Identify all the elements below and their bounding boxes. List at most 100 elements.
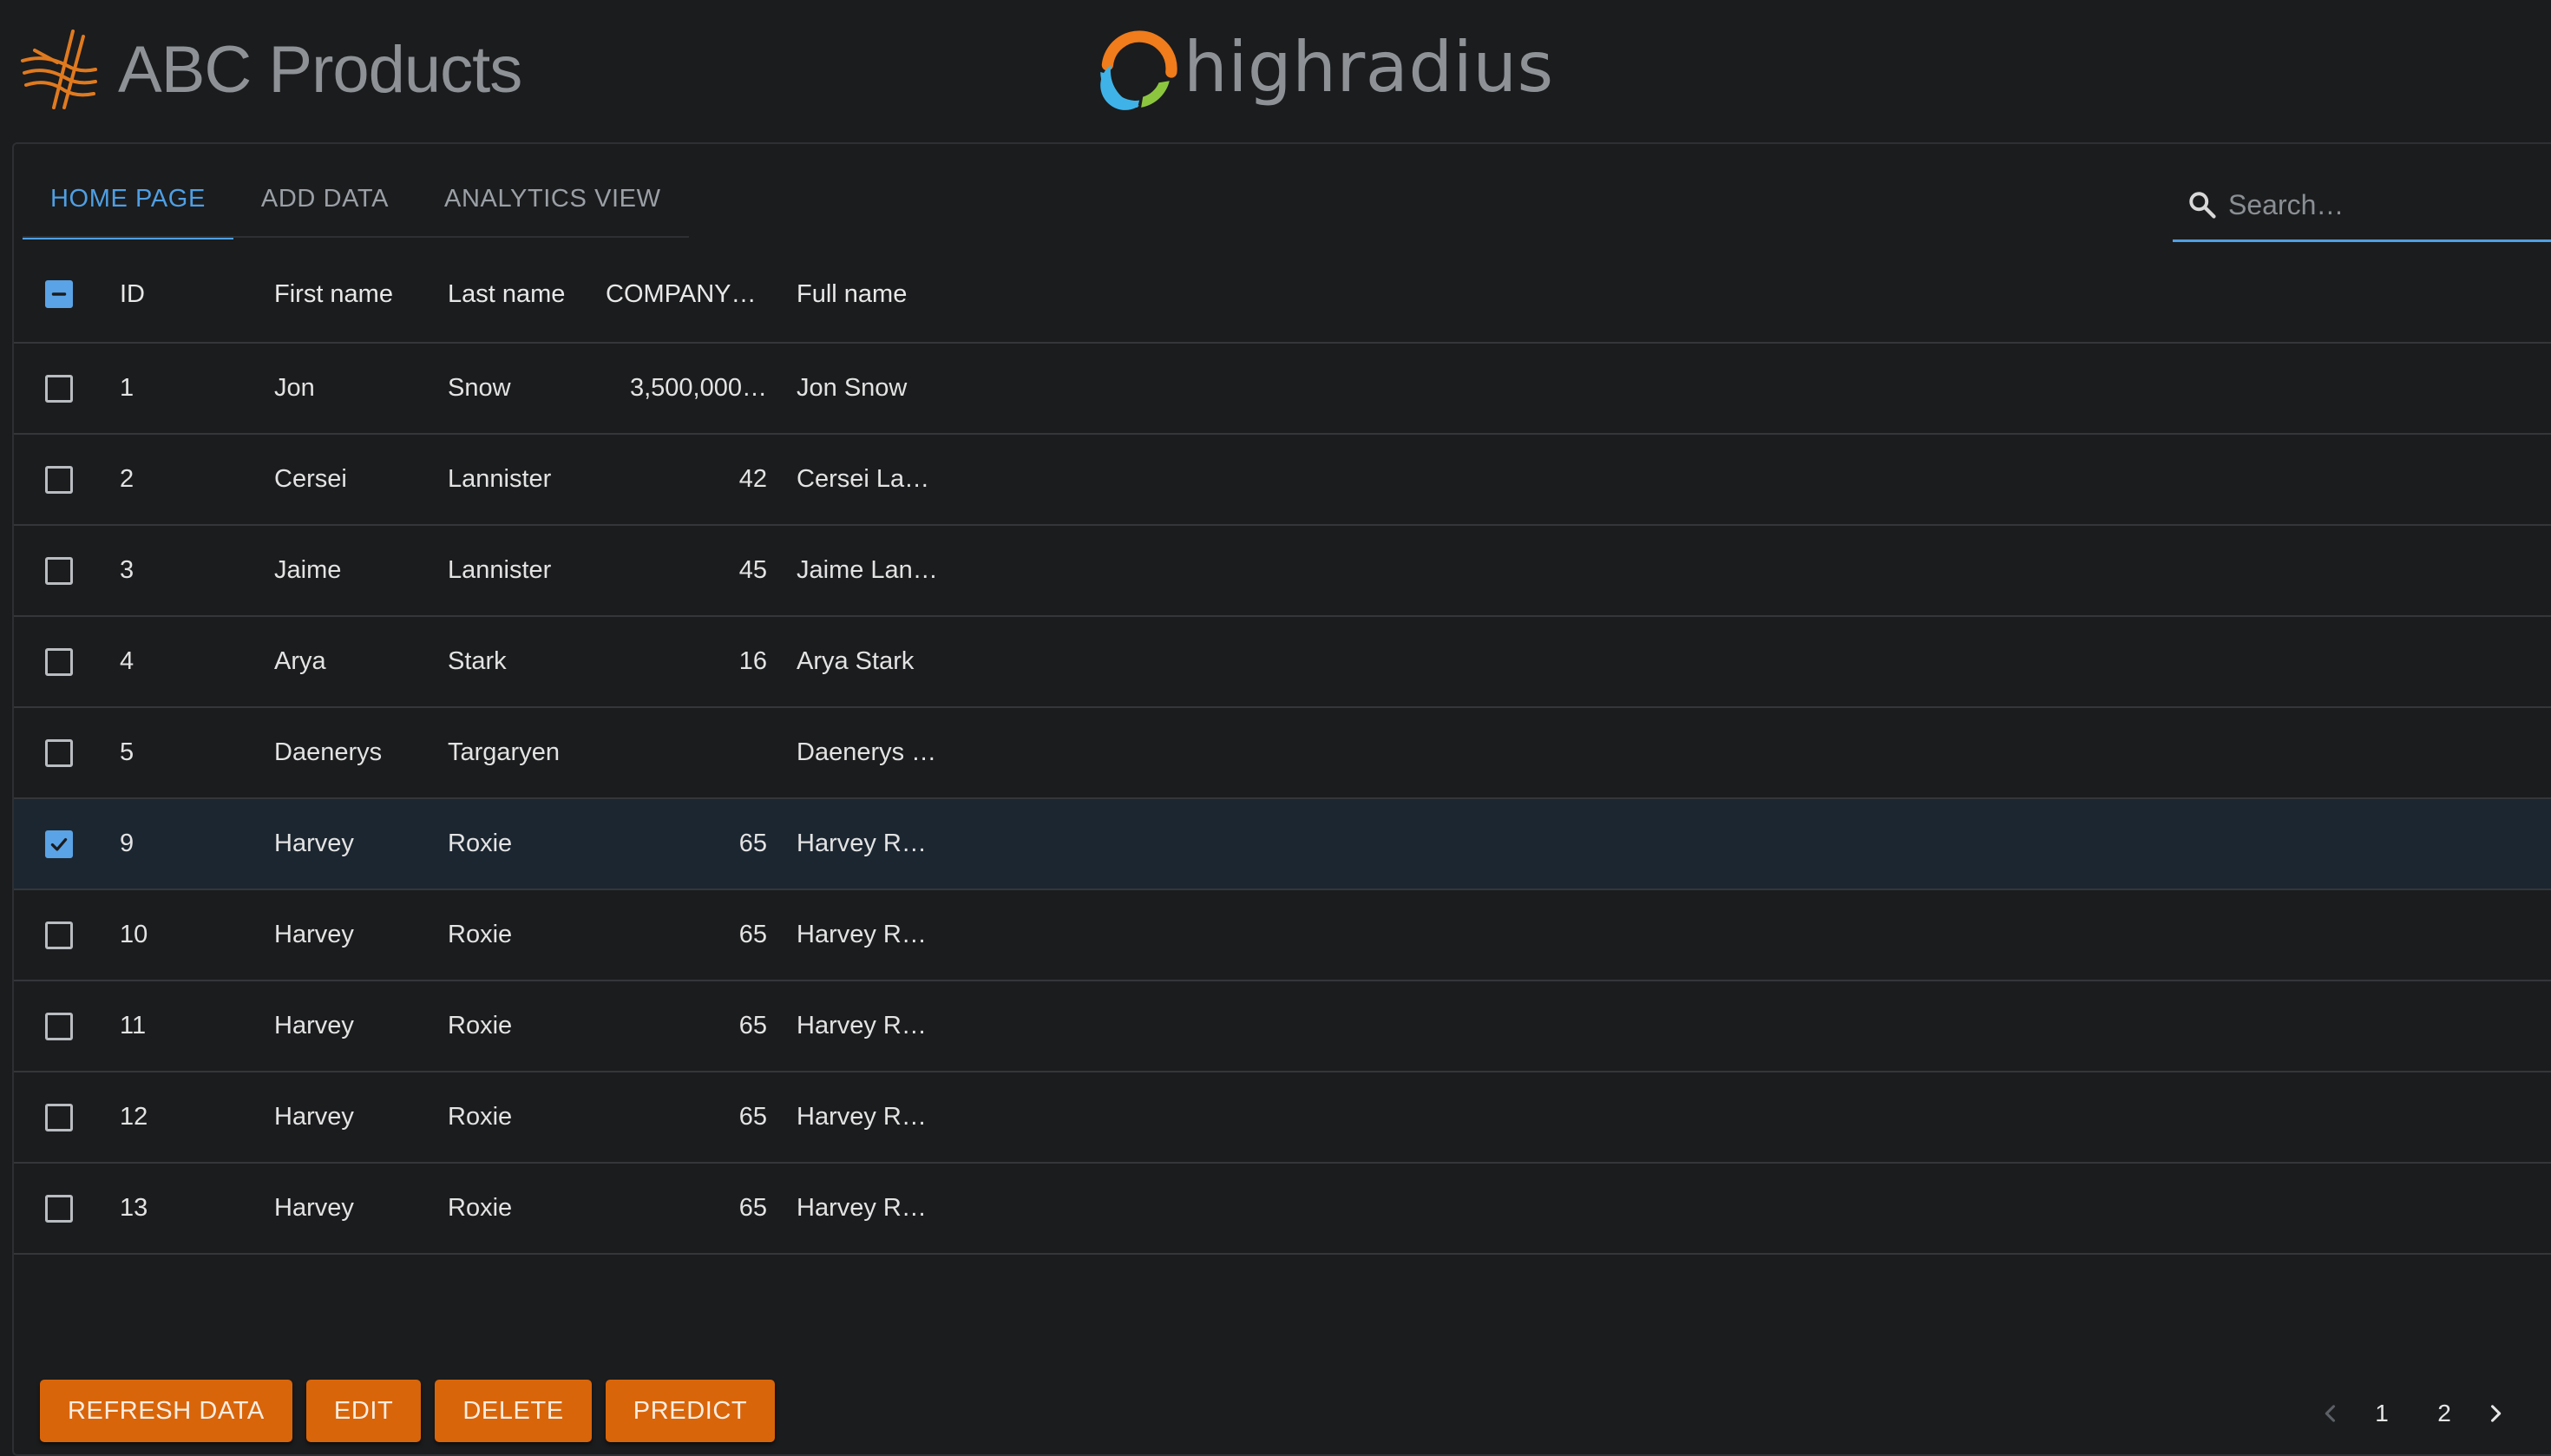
tab-divider — [23, 236, 689, 238]
row-select-cell — [40, 435, 78, 524]
column-header-first-name[interactable]: First name — [274, 246, 430, 342]
row-select-cell — [40, 1072, 78, 1162]
search-input[interactable] — [2226, 182, 2551, 227]
tab-add-data[interactable]: ADD DATA — [233, 161, 416, 236]
row-checkbox[interactable] — [45, 465, 73, 494]
column-header-full-name[interactable]: Full name — [797, 246, 996, 342]
select-all-cell — [40, 246, 78, 342]
abc-products-logo-icon — [21, 30, 97, 109]
action-bar: REFRESH DATA EDIT DELETE PREDICT — [40, 1380, 776, 1442]
app-title: ABC Products — [118, 32, 522, 107]
app-header: ABC Products highradius — [0, 0, 2551, 142]
row-checkbox[interactable] — [45, 1103, 73, 1131]
cell-full-name: Harvey R… — [797, 1012, 927, 1040]
row-checkbox[interactable] — [45, 921, 73, 949]
cell-company: 65 — [738, 1103, 767, 1131]
tab-home-page[interactable]: HOME PAGE — [23, 161, 233, 239]
column-header-last-name[interactable]: Last name — [448, 246, 604, 342]
cell-id: 1 — [120, 374, 134, 402]
cell-last-name: Lannister — [448, 465, 552, 493]
next-page-button[interactable] — [2478, 1385, 2513, 1442]
search-icon — [2189, 192, 2216, 219]
cell-first-name: Jon — [274, 374, 315, 402]
table-header-row: ID First name Last name COMPANY… Full na… — [14, 246, 2551, 344]
table-row[interactable]: 5 Daenerys Targaryen Daenerys … — [14, 708, 2551, 799]
cell-last-name: Stark — [448, 647, 507, 675]
cell-id: 3 — [120, 556, 134, 584]
cell-first-name: Harvey — [274, 1103, 354, 1131]
cell-id: 5 — [120, 738, 134, 766]
cell-full-name: Jaime Lan… — [797, 556, 938, 584]
cell-first-name: Jaime — [274, 556, 342, 584]
cell-last-name: Roxie — [448, 1194, 513, 1222]
row-checkbox[interactable] — [45, 1012, 73, 1040]
row-checkbox[interactable] — [45, 647, 73, 676]
row-checkbox[interactable] — [45, 738, 73, 767]
cell-id: 10 — [120, 921, 148, 948]
predict-button[interactable]: PREDICT — [605, 1380, 776, 1442]
brand: ABC Products — [19, 26, 522, 113]
cell-id: 4 — [120, 647, 134, 675]
previous-page-button[interactable] — [2313, 1385, 2348, 1442]
cell-company: 65 — [738, 830, 767, 857]
row-select-cell — [40, 617, 78, 706]
cell-full-name: Harvey R… — [797, 921, 927, 948]
cell-first-name: Harvey — [274, 1194, 354, 1222]
row-checkbox[interactable] — [45, 830, 73, 858]
page-number-2[interactable]: 2 — [2416, 1385, 2473, 1442]
pagination: 1 2 — [2313, 1385, 2513, 1442]
table-row[interactable]: 4 Arya Stark 16 Arya Stark — [14, 617, 2551, 708]
table-row[interactable]: 1 Jon Snow 3,500,000… Jon Snow — [14, 344, 2551, 435]
cell-full-name: Daenerys … — [797, 738, 937, 766]
table-row[interactable]: 11 Harvey Roxie 65 Harvey R… — [14, 981, 2551, 1072]
cell-full-name: Cersei La… — [797, 465, 930, 493]
highradius-wordmark: highradius — [1184, 26, 1554, 108]
cell-first-name: Harvey — [274, 830, 354, 857]
table-row[interactable]: 9 Harvey Roxie 65 Harvey R… — [14, 799, 2551, 890]
row-select-cell — [40, 526, 78, 615]
table-row[interactable]: 3 Jaime Lannister 45 Jaime Lan… — [14, 526, 2551, 617]
table-row[interactable]: 13 Harvey Roxie 65 Harvey R… — [14, 1164, 2551, 1255]
edit-button[interactable]: EDIT — [305, 1380, 422, 1442]
delete-button[interactable]: DELETE — [435, 1380, 592, 1442]
table-row[interactable]: 12 Harvey Roxie 65 Harvey R… — [14, 1072, 2551, 1164]
row-select-cell — [40, 1164, 78, 1253]
column-header-id[interactable]: ID — [120, 246, 250, 342]
cell-company: 65 — [738, 1012, 767, 1040]
row-checkbox[interactable] — [45, 1194, 73, 1223]
table-body: 1 Jon Snow 3,500,000… Jon Snow 2 Cersei Lannist… — [14, 344, 2551, 1255]
checkmark-icon — [50, 837, 68, 851]
cell-last-name: Snow — [448, 374, 511, 402]
tab-analytics-view[interactable]: ANALYTICS VIEW — [416, 161, 689, 236]
cell-full-name: Harvey R… — [797, 1194, 927, 1222]
cell-last-name: Roxie — [448, 830, 513, 857]
select-all-checkbox[interactable] — [45, 280, 73, 308]
main-panel: HOME PAGE ADD DATA ANALYTICS VIEW ID Fir… — [12, 142, 2551, 1456]
cell-last-name: Roxie — [448, 921, 513, 948]
cell-first-name: Daenerys — [274, 738, 383, 766]
cell-first-name: Harvey — [274, 921, 354, 948]
cell-id: 9 — [120, 830, 134, 857]
cell-company — [604, 708, 767, 797]
cell-full-name: Harvey R… — [797, 830, 927, 857]
cell-first-name: Cersei — [274, 465, 347, 493]
row-select-cell — [40, 708, 78, 797]
cell-id: 2 — [120, 465, 134, 493]
page-number-1[interactable]: 1 — [2353, 1385, 2410, 1442]
cell-company: 45 — [738, 556, 767, 584]
cell-company: 65 — [738, 921, 767, 948]
cell-first-name: Arya — [274, 647, 326, 675]
cell-last-name: Roxie — [448, 1012, 513, 1040]
cell-company: 16 — [738, 647, 767, 675]
cell-last-name: Lannister — [448, 556, 552, 584]
tab-bar: HOME PAGE ADD DATA ANALYTICS VIEW — [23, 161, 689, 239]
data-grid: ID First name Last name COMPANY… Full na… — [14, 246, 2551, 1255]
cell-full-name: Jon Snow — [797, 374, 908, 402]
row-checkbox[interactable] — [45, 374, 73, 403]
highradius-logo-icon — [1100, 30, 1177, 110]
table-row[interactable]: 2 Cersei Lannister 42 Cersei La… — [14, 435, 2551, 526]
row-checkbox[interactable] — [45, 556, 73, 585]
table-row[interactable]: 10 Harvey Roxie 65 Harvey R… — [14, 890, 2551, 981]
column-header-company[interactable]: COMPANY… — [606, 246, 779, 342]
refresh-data-button[interactable]: REFRESH DATA — [40, 1380, 292, 1442]
